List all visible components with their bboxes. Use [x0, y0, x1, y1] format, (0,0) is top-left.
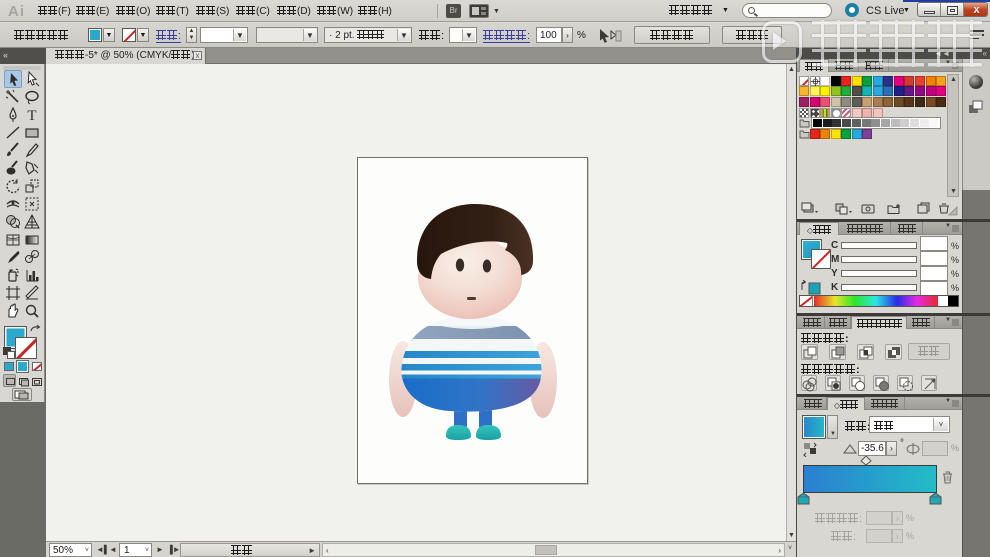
svg-text:T: T [27, 108, 36, 124]
